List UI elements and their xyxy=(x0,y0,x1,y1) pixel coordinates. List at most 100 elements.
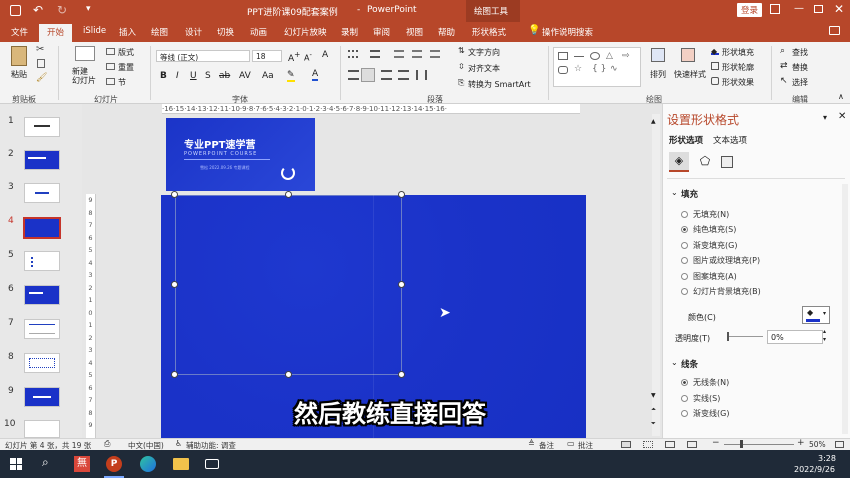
underline-icon[interactable]: U xyxy=(190,71,197,81)
tab-design[interactable]: 设计 xyxy=(185,26,202,38)
slide-thumb-10[interactable] xyxy=(24,420,60,438)
collapse-ribbon-icon[interactable]: ∧ xyxy=(838,92,844,101)
slide-thumb-2[interactable] xyxy=(24,150,60,170)
font-name-dropdown[interactable]: 等线 (正文) xyxy=(156,50,250,62)
paste-icon[interactable] xyxy=(11,46,27,66)
columns-icon[interactable] xyxy=(416,70,427,80)
text-direction-button[interactable]: 文字方向 xyxy=(468,47,500,58)
tab-shape-options[interactable]: 形状选项 xyxy=(669,134,703,146)
slide-thumb-3[interactable] xyxy=(24,183,60,203)
fill-color-picker[interactable]: ◆ ▾ xyxy=(802,306,830,324)
previous-slide-preview[interactable]: 专业PPT速学营 POWERPOINT COURSE 雪松 2022.09.26… xyxy=(166,118,315,191)
size-properties-icon[interactable] xyxy=(721,156,733,168)
line-shape-icon[interactable] xyxy=(574,56,584,57)
justify-icon[interactable] xyxy=(398,70,409,80)
line-option-solid[interactable]: 实线(S) xyxy=(681,393,720,404)
search-icon[interactable]: ⌕ xyxy=(42,455,49,470)
bullets-icon[interactable] xyxy=(348,50,358,58)
customize-quick-access-icon[interactable]: ▾ xyxy=(86,4,91,14)
grow-font-icon[interactable]: A+ xyxy=(288,50,300,64)
fill-option-pattern[interactable]: 图案填充(A) xyxy=(681,271,737,282)
rotate-handle-icon[interactable] xyxy=(281,166,295,180)
clock-date[interactable]: 2022/9/26 xyxy=(794,465,835,474)
find-button[interactable]: 查找 xyxy=(792,47,808,58)
tab-draw[interactable]: 绘图 xyxy=(151,26,168,38)
font-color-icon[interactable]: A xyxy=(312,69,319,81)
change-case-icon[interactable]: Aa xyxy=(262,71,274,81)
tab-record[interactable]: 录制 xyxy=(341,26,358,38)
smartart-icon[interactable]: ⎘ xyxy=(458,78,464,88)
zoom-slider[interactable] xyxy=(724,444,794,445)
line-option-gradient[interactable]: 渐变线(G) xyxy=(681,408,729,419)
fill-option-gradient[interactable]: 渐变填充(G) xyxy=(681,240,737,251)
comments-icon[interactable]: ▭ xyxy=(567,439,575,448)
resize-handle-tm[interactable] xyxy=(285,191,292,198)
resize-handle-br[interactable] xyxy=(398,371,405,378)
tab-home[interactable]: 开始 xyxy=(39,24,73,42)
undo-icon[interactable]: ↶ xyxy=(33,3,43,17)
tab-review[interactable]: 审阅 xyxy=(373,26,390,38)
line-header[interactable]: 线条 xyxy=(681,358,698,370)
redo-icon[interactable]: ↻ xyxy=(57,3,67,17)
strikethrough-icon[interactable]: ab xyxy=(219,71,230,81)
zoom-slider-thumb[interactable] xyxy=(740,440,743,448)
select-button[interactable]: 选择 xyxy=(792,77,808,88)
resize-handle-tl[interactable] xyxy=(171,191,178,198)
shape-fill-button[interactable]: 形状填充 xyxy=(722,47,754,58)
previous-slide-icon[interactable]: ⏶ xyxy=(651,406,656,414)
fill-section-toggle[interactable]: ⌄ xyxy=(671,188,678,197)
oval-shape-icon[interactable] xyxy=(590,52,600,60)
login-button[interactable]: 登录 xyxy=(737,3,763,17)
canvas-vertical-scrollbar[interactable] xyxy=(652,114,660,436)
scroll-up-icon[interactable]: ▲ xyxy=(651,118,656,125)
slide-thumb-7[interactable] xyxy=(24,319,60,339)
next-slide-icon[interactable]: ⏷ xyxy=(651,420,656,428)
zoom-level[interactable]: 50% xyxy=(809,440,826,449)
decrease-indent-icon[interactable] xyxy=(394,50,404,58)
shape-outline-button[interactable]: 形状轮廓 xyxy=(722,62,754,73)
new-slide-icon[interactable] xyxy=(75,46,95,61)
slide-thumb-9[interactable] xyxy=(24,387,60,407)
section-button[interactable]: 节 xyxy=(118,77,126,88)
reset-button[interactable]: 重置 xyxy=(118,62,134,73)
edge-icon[interactable] xyxy=(140,456,156,472)
slide-thumb-6[interactable] xyxy=(24,285,60,305)
shape-outline-icon[interactable] xyxy=(711,62,719,70)
shrink-font-icon[interactable]: A- xyxy=(304,51,312,63)
fit-to-window-icon[interactable] xyxy=(835,441,844,448)
tab-view[interactable]: 视图 xyxy=(406,26,423,38)
normal-view-icon[interactable] xyxy=(621,441,631,448)
char-spacing-icon[interactable]: AV xyxy=(239,71,251,81)
scroll-down-icon[interactable]: ▼ xyxy=(651,392,656,399)
brace-shape-icon[interactable]: { } xyxy=(592,64,606,74)
effects-icon[interactable]: ⬠ xyxy=(695,152,715,172)
align-left-icon[interactable] xyxy=(348,70,359,80)
italic-icon[interactable]: I xyxy=(176,71,179,81)
minimize-icon[interactable]: — xyxy=(794,3,804,14)
slide-thumb-1[interactable] xyxy=(24,117,60,137)
font-size-dropdown[interactable]: 18 xyxy=(252,50,282,62)
section-icon[interactable] xyxy=(106,78,115,85)
shapes-gallery[interactable]: △ ⇨ ☆ { } ∿ xyxy=(553,47,641,87)
resize-handle-ml[interactable] xyxy=(171,281,178,288)
align-text-button[interactable]: 对齐文本 xyxy=(468,63,500,74)
quick-styles-button[interactable]: 快速样式 xyxy=(674,69,706,80)
slideshow-icon[interactable] xyxy=(687,441,697,448)
arrow-shape-icon[interactable]: ⇨ xyxy=(622,51,630,61)
arrange-icon[interactable] xyxy=(651,48,665,62)
editing-canvas[interactable]: ·16·15·14·13·12·11·10·9·8·7·6·5·4·3·2·1·… xyxy=(82,104,662,438)
slide-thumb-5[interactable] xyxy=(24,251,60,271)
text-direction-icon[interactable]: ⇅ xyxy=(458,46,465,55)
transparency-value[interactable]: 0% xyxy=(767,330,823,344)
tab-shape-format[interactable]: 形状格式 xyxy=(472,26,506,38)
select-icon[interactable]: ↖ xyxy=(780,76,788,86)
format-painter-icon[interactable]: 🖌 xyxy=(36,73,47,83)
reading-view-icon[interactable] xyxy=(665,441,675,448)
curve-shape-icon[interactable]: ∿ xyxy=(610,64,618,74)
find-icon[interactable]: ⌕ xyxy=(780,46,785,56)
bold-icon[interactable]: B xyxy=(160,71,167,81)
paste-button[interactable]: 粘贴 xyxy=(11,69,27,80)
task-view-icon[interactable]: 無 xyxy=(74,456,90,472)
triangle-shape-icon[interactable]: △ xyxy=(606,51,613,61)
slide-sorter-icon[interactable] xyxy=(643,441,653,448)
